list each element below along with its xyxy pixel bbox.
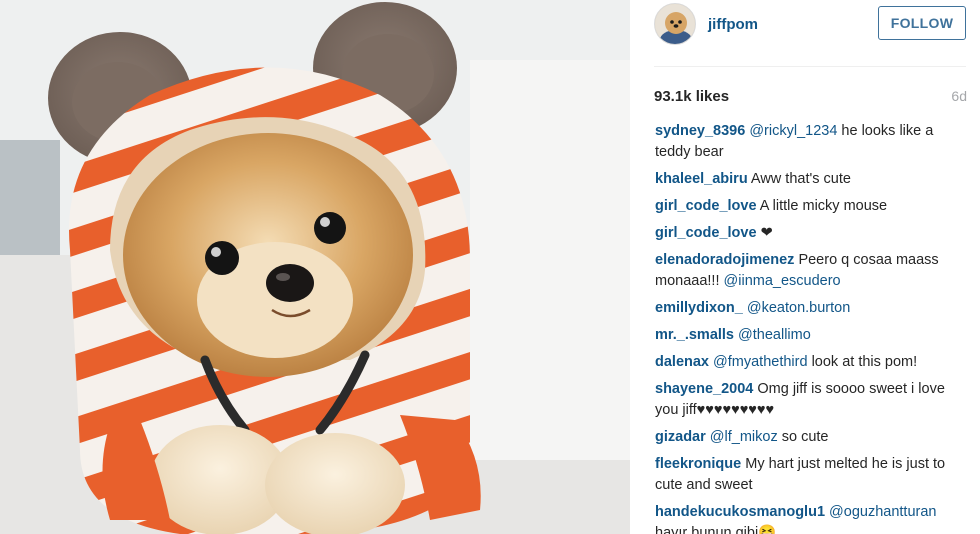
comment-username[interactable]: sydney_8396	[655, 123, 745, 139]
comment: elenadoradojimenez Peero q cosaa maass m…	[655, 250, 967, 292]
comment-mention[interactable]: @lf_mikoz	[710, 429, 778, 445]
comment-list: sydney_8396 @rickyl_1234 he looks like a…	[655, 121, 967, 534]
comment-text: A little micky mouse	[759, 198, 888, 214]
comment-text: hayır bunun gibi😆	[655, 525, 777, 534]
comment: shayene_2004 Omg jiff is soooo sweet i l…	[655, 379, 967, 421]
comment: emillydixon_ @keaton.burton	[655, 298, 967, 319]
comment-mention[interactable]: @theallimo	[738, 327, 811, 343]
comment-text: so cute	[781, 429, 829, 445]
header-divider	[654, 66, 966, 67]
comment-text: Aww that's cute	[750, 171, 851, 187]
comment: khaleel_abiru Aww that's cute	[655, 169, 967, 190]
comment: mr._.smalls @theallimo	[655, 325, 967, 346]
heart-emoji: ❤	[760, 225, 773, 241]
comment-username[interactable]: mr._.smalls	[655, 327, 734, 343]
comment-username[interactable]: dalenax	[655, 354, 709, 370]
comment-username[interactable]: emillydixon_	[655, 300, 743, 316]
post-header: jiffpom FOLLOW	[630, 0, 980, 66]
likes-count[interactable]: 93.1k likes	[654, 88, 729, 105]
comment-mention[interactable]: @keaton.burton	[747, 300, 850, 316]
comment-username[interactable]: gizadar	[655, 429, 706, 445]
comment: girl_code_love A little micky mouse	[655, 196, 967, 217]
post-age[interactable]: 6d	[951, 88, 967, 104]
comment: gizadar @lf_mikoz so cute	[655, 427, 967, 448]
comment-username[interactable]: handekucukosmanoglu1	[655, 504, 825, 520]
follow-button[interactable]: FOLLOW	[878, 6, 966, 40]
post-username[interactable]: jiffpom	[708, 16, 758, 33]
dog-photo-image	[0, 0, 630, 534]
comment-text: look at this pom!	[811, 354, 918, 370]
avatar-image	[655, 4, 695, 44]
comment-username[interactable]: khaleel_abiru	[655, 171, 748, 187]
profile-avatar[interactable]	[654, 3, 696, 45]
comment-username[interactable]: fleekronique	[655, 456, 741, 472]
comment-username[interactable]: shayene_2004	[655, 381, 753, 397]
post-photo[interactable]	[0, 0, 630, 534]
comment-username[interactable]: girl_code_love	[655, 225, 757, 241]
post-stats: 93.1k likes 6d	[654, 88, 967, 108]
comment-mention[interactable]: @oguzhantturan	[829, 504, 936, 520]
post-sidebar: jiffpom FOLLOW 93.1k likes 6d sydney_839…	[630, 0, 980, 534]
comment-username[interactable]: girl_code_love	[655, 198, 757, 214]
comment-username[interactable]: elenadoradojimenez	[655, 252, 794, 268]
comment-mention[interactable]: @iinma_escudero	[724, 273, 841, 289]
comment-mention[interactable]: @rickyl_1234	[749, 123, 837, 139]
comment-mention[interactable]: @fmyathethird	[713, 354, 808, 370]
comment: dalenax @fmyathethird look at this pom!	[655, 352, 967, 373]
comment: handekucukosmanoglu1 @oguzhantturan hayı…	[655, 502, 967, 534]
comment: fleekronique My hart just melted he is j…	[655, 454, 967, 496]
comment: girl_code_love ❤	[655, 223, 967, 244]
comment: sydney_8396 @rickyl_1234 he looks like a…	[655, 121, 967, 163]
